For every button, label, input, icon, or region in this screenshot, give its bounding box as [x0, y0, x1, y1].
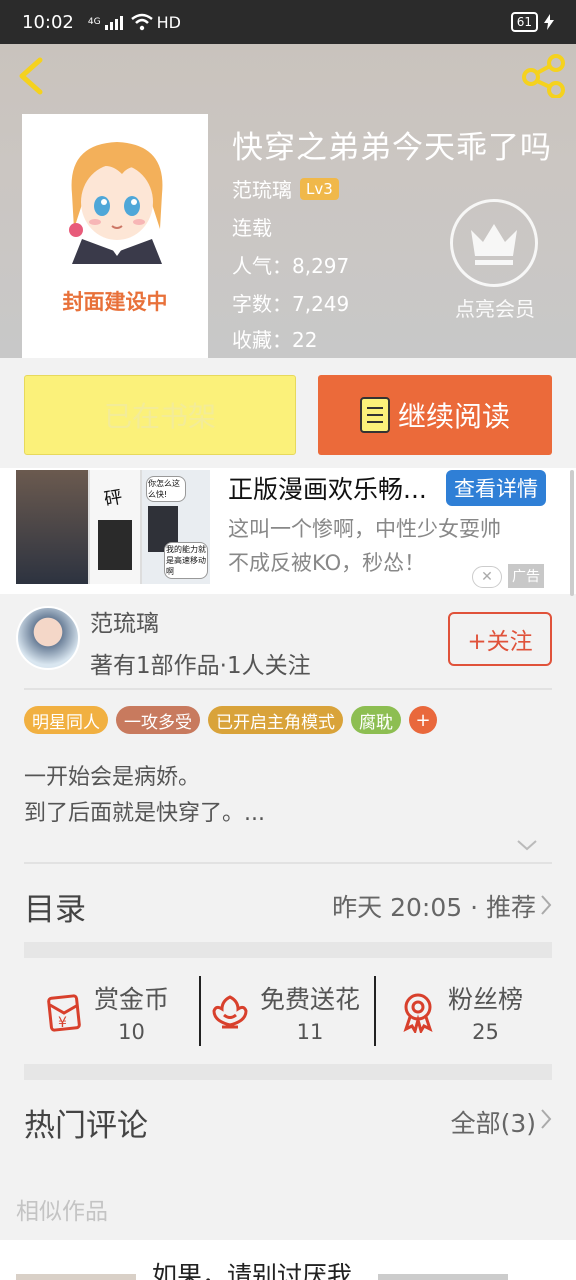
continue-reading-button[interactable]: 继续阅读 — [318, 375, 552, 455]
similar-works-title: 相似作品 — [16, 1199, 108, 1225]
reward-flowers[interactable]: 免费送花 11 — [210, 960, 360, 1064]
cover-text: 封面建设中 — [62, 290, 168, 314]
share-icon[interactable] — [520, 54, 568, 98]
section-separator — [24, 942, 552, 958]
level-badge: Lv3 — [300, 177, 339, 200]
svg-text:¥: ¥ — [58, 1015, 67, 1031]
continue-reading-label: 继续阅读 — [397, 400, 510, 433]
ad-details-button[interactable]: 查看详情 — [446, 470, 546, 506]
chevron-right-icon[interactable] — [540, 894, 552, 916]
reward-flowers-count: 11 — [296, 1020, 324, 1044]
ad-image: 砰 你怎么这么快! 我的能力就是高速移动啊 — [16, 470, 210, 584]
chevron-right-icon[interactable] — [540, 1108, 552, 1130]
back-icon[interactable] — [14, 56, 48, 96]
similar-work-card[interactable]: 如果，请别讨厌我 — [0, 1240, 576, 1280]
reward-bar: ¥ 赏金币 10 免费送花 11 粉丝榜 25 — [24, 960, 552, 1064]
network-label: 4G — [87, 16, 101, 27]
author-name[interactable]: 范琉璃 — [232, 174, 292, 203]
favorites-count: 收藏：22 — [232, 328, 318, 352]
ad-panel-text: 砰 — [102, 486, 124, 511]
tag-chip[interactable]: 腐耽 — [351, 706, 401, 734]
description-line1: 一开始会是病娇。 — [24, 765, 201, 790]
book-description[interactable]: 一开始会是病娇。 到了后面就是快穿了。... — [24, 760, 265, 832]
catalog-title[interactable]: 目录 — [24, 884, 86, 929]
in-shelf-button[interactable]: 已在书架 — [24, 375, 296, 455]
similar-work-title: 如果，请别讨厌我 — [152, 1261, 353, 1280]
signal-icon — [104, 14, 123, 30]
app-root: 10:02 4G HD 61 封面建设中 快穿之弟弟今天乖了吗 范琉璃 Lv3 … — [0, 0, 576, 1280]
word-count: 字数：7,249 — [232, 292, 350, 316]
reward-fans[interactable]: 粉丝榜 25 — [398, 960, 523, 1064]
ad-tag: 广告 — [508, 564, 544, 588]
status-time: 10:02 — [22, 11, 74, 33]
ad-close-icon[interactable]: ✕ — [472, 566, 502, 588]
reward-coins-count: 10 — [118, 1020, 145, 1044]
flower-icon — [212, 995, 248, 1029]
ad-desc-line1: 这叫一个惨啊，中性少女耍帅 — [228, 517, 501, 541]
catalog-info[interactable]: 昨天 20:05 · 推荐 — [332, 888, 536, 924]
add-tag-button[interactable]: + — [409, 706, 437, 734]
book-icon — [359, 397, 390, 433]
author-card: 范琉璃 著有1部作品·1人关注 +关注 — [0, 598, 576, 688]
tag-chip[interactable]: 明星同人 — [24, 706, 108, 734]
similar-work-cover — [16, 1274, 136, 1280]
ad-title[interactable]: 正版漫画欢乐畅... — [228, 470, 448, 506]
reward-coins[interactable]: ¥ 赏金币 10 — [44, 960, 169, 1064]
divider — [24, 688, 552, 690]
cover-illustration — [69, 142, 163, 264]
chevron-down-icon[interactable] — [516, 838, 538, 852]
comments-title: 热门评论 — [24, 1108, 148, 1144]
book-cover[interactable]: 封面建设中 — [22, 114, 208, 360]
author-card-stats: 著有1部作品·1人关注 — [90, 653, 311, 679]
wifi-icon — [130, 13, 153, 31]
popularity: 人气：8,297 — [232, 254, 350, 278]
ad-banner[interactable]: 砰 你怎么这么快! 我的能力就是高速移动啊 正版漫画欢乐畅... 查看详情 这叫… — [0, 468, 576, 594]
reward-fans-label: 粉丝榜 — [448, 985, 524, 1014]
author-row: 范琉璃 Lv3 — [232, 174, 339, 203]
reward-flowers-label: 免费送花 — [260, 985, 361, 1014]
all-comments-link[interactable]: 全部(3) — [451, 1104, 536, 1140]
crown-icon — [450, 199, 538, 287]
vip-button[interactable]: 点亮会员 — [450, 199, 540, 322]
description-line2: 到了后面就是快穿了。... — [24, 801, 265, 826]
similar-work-cover — [378, 1274, 508, 1280]
battery-icon: 61 — [510, 12, 538, 32]
serial-status: 连载 — [232, 216, 272, 240]
author-card-name[interactable]: 范琉璃 — [90, 604, 159, 638]
vip-label: 点亮会员 — [455, 297, 535, 321]
book-header: 封面建设中 快穿之弟弟今天乖了吗 范琉璃 Lv3 连载 人气：8,297 字数：… — [0, 44, 576, 360]
divider — [374, 976, 376, 1046]
avatar[interactable] — [16, 606, 80, 670]
scrollbar[interactable] — [570, 470, 574, 596]
charging-icon — [544, 14, 554, 30]
ad-panel-bubble2: 我的能力就是高速移动啊 — [164, 542, 208, 579]
reward-coins-label: 赏金币 — [94, 985, 170, 1014]
divider — [199, 976, 201, 1046]
coin-envelope-icon: ¥ — [47, 994, 81, 1032]
book-title: 快穿之弟弟今天乖了吗 — [232, 130, 552, 166]
follow-button[interactable]: +关注 — [448, 612, 552, 666]
action-bar: 已在书架 继续阅读 — [0, 358, 576, 468]
tag-chip[interactable]: 已开启主角模式 — [208, 706, 343, 734]
tag-list: 明星同人 一攻多受 已开启主角模式 腐耽 + — [24, 706, 437, 734]
tag-chip[interactable]: 一攻多受 — [116, 706, 200, 734]
ad-panel-bubble: 你怎么这么快! — [146, 476, 186, 502]
divider — [24, 862, 552, 864]
status-bar: 10:02 4G HD 61 — [0, 0, 576, 44]
hd-label: HD — [156, 12, 181, 32]
medal-icon — [403, 993, 433, 1033]
reward-fans-count: 25 — [472, 1020, 499, 1044]
section-separator — [24, 1064, 552, 1080]
